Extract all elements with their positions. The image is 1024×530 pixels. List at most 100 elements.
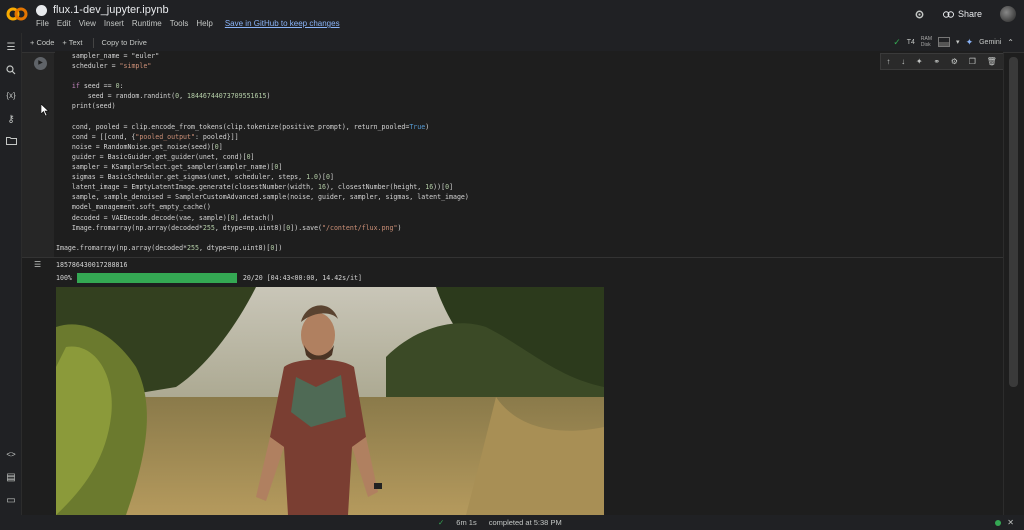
code-token: Image.fromarray(np.array(decoded* xyxy=(56,223,203,232)
table-of-contents-icon[interactable]: ☰ xyxy=(4,41,18,55)
code-token: 16 xyxy=(425,183,434,192)
add-text-button[interactable]: + Text xyxy=(62,38,82,47)
menu-tools[interactable]: Tools xyxy=(170,19,189,28)
code-token: Image.fromarray(np.array(decoded* xyxy=(56,243,188,252)
code-token: guider = BasicGuider.get_guider(unet, co… xyxy=(56,152,247,161)
notebook-toolbar: + Code + Text Copy to Drive ✓ T4 RAM Dis… xyxy=(22,33,1024,53)
terminal-icon[interactable]: ▭ xyxy=(4,494,18,508)
move-up-icon[interactable]: ↑ xyxy=(886,57,890,66)
code-line: noise = RandomNoise.get_noise(seed)[0] xyxy=(56,142,1003,152)
runtime-type[interactable]: T4 xyxy=(907,39,915,46)
menu-insert[interactable]: Insert xyxy=(104,19,124,28)
run-cell-button[interactable]: ▶ xyxy=(34,57,47,70)
code-line: sigmas = BasicScheduler.get_sigmas(unet,… xyxy=(56,172,1003,182)
copy-to-drive-button[interactable]: Copy to Drive xyxy=(102,38,147,47)
gemini-sparkle-icon[interactable]: ✦ xyxy=(916,57,923,66)
mouse-cursor-icon xyxy=(41,104,49,116)
progress-fill xyxy=(76,273,237,283)
generated-image xyxy=(56,287,604,515)
notebook-scrollbar[interactable] xyxy=(1003,53,1024,515)
code-token: sample, sample_denoised = SamplerCustomA… xyxy=(56,193,469,202)
connected-check-icon: ✓ xyxy=(893,36,901,47)
seed-output: 185786430017288816 xyxy=(56,261,128,269)
menu-edit[interactable]: Edit xyxy=(57,19,71,28)
code-line: print(seed) xyxy=(56,101,1003,111)
save-github-link[interactable]: Save in GitHub to keep changes xyxy=(225,19,340,28)
toolbar-divider xyxy=(92,37,94,48)
code-token: scheduler = xyxy=(56,62,120,71)
gemini-button[interactable]: Gemini xyxy=(979,39,1001,46)
delete-cell-icon[interactable]: 🗑 xyxy=(987,57,997,66)
code-token: ] xyxy=(449,183,454,192)
code-token: True xyxy=(409,122,426,131)
code-token: "simple" xyxy=(119,62,152,71)
cell-settings-icon[interactable]: ⚙ xyxy=(951,57,958,66)
output-actions-icon[interactable]: ☰ xyxy=(34,260,46,272)
share-button[interactable]: Share xyxy=(937,6,988,22)
code-token: ]).save( xyxy=(290,223,323,232)
runtime-status-dot xyxy=(995,519,1002,526)
notebook-title[interactable]: flux.1-dev_jupyter.ipynb xyxy=(53,4,169,16)
code-token: noise = RandomNoise.get_noise(seed)[ xyxy=(56,142,215,151)
code-line: cond = [[cond, {"pooled_output": pooled}… xyxy=(56,132,1003,142)
menu-runtime[interactable]: Runtime xyxy=(132,19,162,28)
code-token: ), closestNumber(height, xyxy=(325,183,426,192)
variables-icon[interactable]: {x} xyxy=(4,89,18,103)
code-token: : xyxy=(119,82,124,91)
code-token: "/content/flux.png" xyxy=(322,223,398,232)
code-line: scheduler = "simple" xyxy=(56,61,1003,71)
code-token: ))[ xyxy=(433,183,446,192)
progress-stats: 20/20 [04:43<00:00, 14.42s/it] xyxy=(242,274,362,282)
code-token: sampler = KSamplerSelect.get_sampler(sam… xyxy=(56,163,275,172)
scrollbar-thumb[interactable] xyxy=(1009,57,1018,387)
status-check-icon: ✓ xyxy=(438,518,445,527)
mirror-cell-icon[interactable]: ❐ xyxy=(969,57,976,66)
code-token: 255 xyxy=(187,243,199,252)
collapse-toolbar-icon[interactable]: ⌃ xyxy=(1007,38,1014,47)
settings-gear-icon[interactable] xyxy=(914,9,925,20)
menu-help[interactable]: Help xyxy=(196,19,212,28)
code-token: ] xyxy=(278,163,283,172)
menu-view[interactable]: View xyxy=(79,19,96,28)
code-line: sample, sample_denoised = SamplerCustomA… xyxy=(56,192,1003,202)
progress-percent: 100% xyxy=(56,274,72,282)
code-token: ] xyxy=(250,152,255,161)
share-label: Share xyxy=(957,9,982,19)
code-line: Image.fromarray(np.array(decoded*255, dt… xyxy=(56,223,1003,233)
code-token: sampler_name = "euler" xyxy=(56,52,160,60)
code-token: latent_image = EmptyLatentImage.generate… xyxy=(56,183,319,192)
code-line: model_management.soft_empty_cache() xyxy=(56,202,1003,212)
move-down-icon[interactable]: ↓ xyxy=(901,57,905,66)
secrets-key-icon[interactable]: ⚷ xyxy=(4,113,18,127)
left-sidebar: ☰ {x} ⚷ <> ▤ ▭ xyxy=(0,33,22,515)
close-icon[interactable]: ✕ xyxy=(1007,518,1014,527)
avatar[interactable] xyxy=(1000,6,1016,22)
chevron-down-icon[interactable]: ▾ xyxy=(956,38,960,46)
code-token: seed == xyxy=(79,82,116,91)
disk-label: Disk xyxy=(920,42,931,48)
code-token: decoded = VAEDecode.decode(vae, sample)[ xyxy=(56,213,231,222)
colab-logo-icon[interactable] xyxy=(6,7,28,21)
code-token: ]) xyxy=(274,243,283,252)
command-palette-icon[interactable]: ▤ xyxy=(4,471,18,485)
add-code-button[interactable]: + Code xyxy=(30,38,54,47)
code-token: "pooled_output" xyxy=(135,132,195,141)
code-editor[interactable]: sampler_name = "euler" scheduler = "simp… xyxy=(55,51,1003,257)
code-token: , dtype=np.uint8)[ xyxy=(198,243,271,252)
resource-monitor[interactable]: RAM Disk xyxy=(921,36,932,48)
code-line: guider = BasicGuider.get_guider(unet, co… xyxy=(56,152,1003,162)
files-folder-icon[interactable] xyxy=(4,136,18,150)
code-token: cond = [[cond, { xyxy=(56,132,136,141)
code-snippets-icon[interactable]: <> xyxy=(4,448,18,462)
code-token: )[ xyxy=(318,173,326,182)
menu-file[interactable]: File xyxy=(36,19,49,28)
link-cell-icon[interactable]: ⚭ xyxy=(933,57,940,66)
code-token: sigmas = BasicScheduler.get_sigmas(unet,… xyxy=(56,173,307,182)
completion-status[interactable]: completed at 5:38 PM xyxy=(489,518,562,527)
search-icon[interactable] xyxy=(4,65,18,79)
code-token: 16 xyxy=(318,183,326,192)
progress-row: 100% 20/20 [04:43<00:00, 14.42s/it] xyxy=(56,273,362,283)
